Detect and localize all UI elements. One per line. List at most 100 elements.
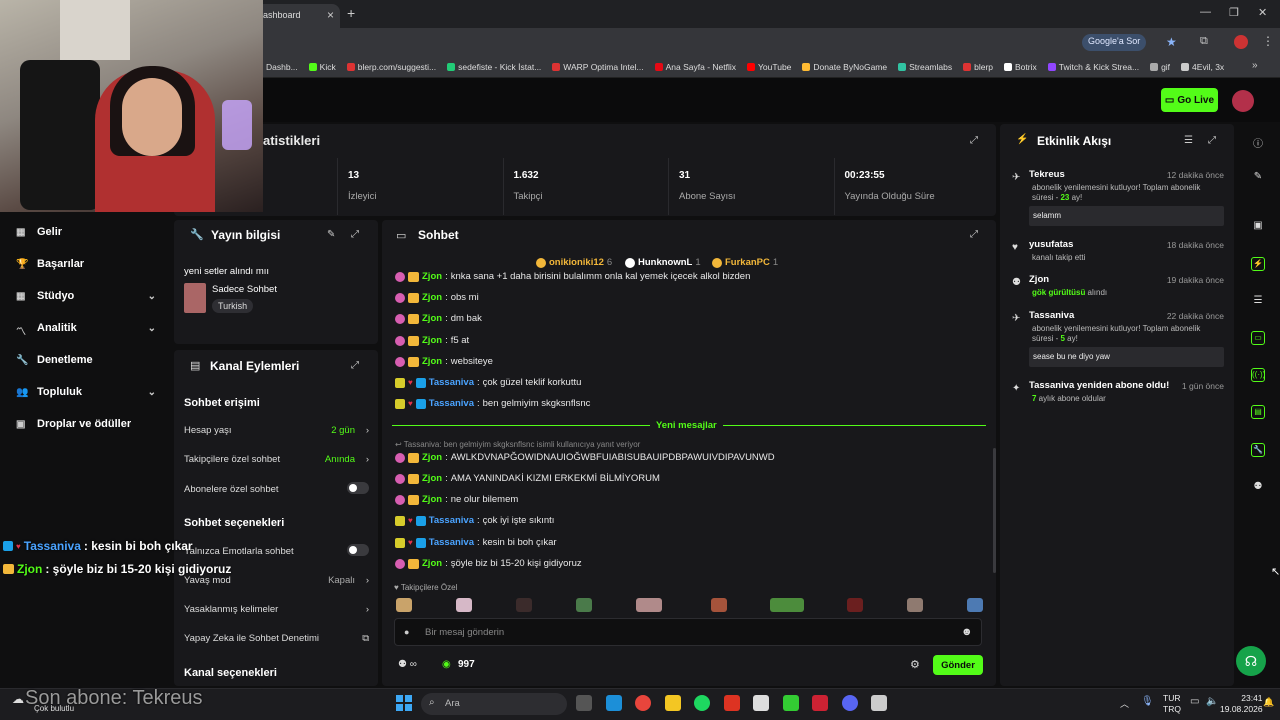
channel-action-row[interactable]: Yalnızca Emotlarla sohbet — [184, 544, 369, 557]
expand-activity-icon[interactable]: ⤢ — [1208, 135, 1216, 146]
discord-icon[interactable] — [841, 695, 858, 711]
chat-scrollbar[interactable] — [993, 448, 996, 573]
new-tab-icon[interactable]: + — [347, 5, 355, 21]
close-tab-icon[interactable]: × — [327, 8, 334, 22]
sidebar-item[interactable]: ▦ Gelir — [16, 226, 156, 238]
wrench-tool-icon[interactable]: 🔧 — [1251, 443, 1265, 457]
chat-message[interactable]: Zjon: f5 at — [395, 335, 469, 346]
bookmark-item[interactable]: Streamlabs — [898, 62, 952, 72]
bookmark-item[interactable]: Ana Sayfa - Netflix — [654, 62, 736, 72]
broadcast-tool-icon[interactable]: ((·)) — [1251, 368, 1265, 382]
channel-action-row[interactable]: Hesap yaşı 2 gün › — [184, 425, 369, 436]
emoji-icon[interactable]: ☻ — [961, 626, 973, 638]
bookmark-item[interactable]: gif — [1150, 62, 1170, 72]
chevron-down-icon[interactable]: ⌄ — [148, 387, 156, 398]
channel-action-row[interactable]: Yavaş mod Kapalı › — [184, 575, 369, 586]
expand-chat-icon[interactable]: ⤢ — [970, 229, 978, 240]
chat-message[interactable]: ♥ Tassaniva: ben gelmiyim skgksnflsnc — [395, 398, 590, 409]
close-window-icon[interactable]: ✕ — [1258, 6, 1267, 19]
edge-icon[interactable] — [605, 695, 622, 711]
toggle-switch[interactable] — [347, 482, 369, 494]
emote-icon[interactable] — [967, 598, 983, 612]
more-bookmarks-icon[interactable]: » — [1252, 60, 1258, 71]
red-app-icon[interactable] — [812, 695, 828, 711]
chat-username[interactable]: Tassaniva — [429, 537, 474, 548]
chat-input[interactable]: Bir mesaj gönderin — [394, 618, 982, 646]
bookmark-item[interactable]: Botrix — [1004, 62, 1037, 72]
go-live-button[interactable]: ▭ Go Live — [1161, 88, 1218, 112]
sidebar-item[interactable]: 🔧 Denetleme — [16, 354, 156, 366]
edit-icon[interactable]: ✎ — [327, 229, 335, 240]
chat-message[interactable]: Zjon: AWLKDVNAPĞOWIDNAUIOĞWBFUIABISUBAUIP… — [395, 452, 775, 463]
top-gifter[interactable]: HunknownL 1 — [625, 257, 701, 268]
chat-username[interactable]: Zjon — [422, 473, 442, 484]
star-icon[interactable]: ★ — [1166, 35, 1177, 49]
chat-message[interactable]: Zjon: AMA YANINDAKİ KIZMI ERKEKMİ BİLMİYO… — [395, 473, 660, 484]
sidebar-item[interactable]: 👥 Topluluk ⌄ — [16, 386, 156, 398]
emote-icon[interactable] — [711, 598, 727, 612]
bookmark-item[interactable]: WARP Optima Intel... — [552, 62, 644, 72]
expand-icon[interactable]: ⤢ — [351, 229, 359, 240]
chat-message[interactable]: Zjon: şöyle biz bi 15-20 kişi gidiyoruz — [395, 558, 582, 569]
community-icon[interactable]: ⚉ — [1251, 481, 1265, 495]
toggle-switch[interactable] — [347, 544, 369, 556]
stack-tool-icon[interactable]: ▤ — [1251, 405, 1265, 419]
channel-action-row[interactable]: Yapay Zeka ile Sohbet Denetimi ⧉ — [184, 633, 369, 644]
chat-username[interactable]: Zjon — [422, 356, 442, 367]
language-indicator[interactable]: TUR TRQ — [1163, 693, 1181, 715]
mic-icon[interactable]: 🎙 — [1141, 696, 1154, 707]
activity-name[interactable]: Zjon — [1029, 274, 1049, 285]
emote-icon[interactable] — [907, 598, 923, 612]
emote-icon[interactable] — [456, 598, 472, 612]
activity-name[interactable]: Tekreus — [1029, 169, 1065, 180]
spotify-icon[interactable] — [694, 695, 710, 711]
chat-message[interactable]: Zjon: dm bak — [395, 313, 482, 324]
expand-icon[interactable]: ⤢ — [351, 360, 359, 371]
chat-username[interactable]: Zjon — [422, 558, 442, 569]
green-app-icon[interactable] — [782, 695, 799, 711]
tray-arrow-icon[interactable]: ︿ — [1120, 697, 1129, 710]
sidebar-item[interactable]: ▦ Stüdyo ⌄ — [16, 290, 156, 302]
bookmark-item[interactable]: YouTube — [747, 62, 791, 72]
channel-action-row[interactable]: Abonelere özel sohbet — [184, 482, 369, 495]
chat-username[interactable]: Zjon — [422, 335, 442, 346]
activity-name[interactable]: yusufatas — [1029, 239, 1073, 250]
chat-tool-icon[interactable]: ▭ — [1251, 331, 1265, 345]
sidebar-item[interactable]: ▣ Droplar ve ödüller — [16, 418, 156, 430]
bookmark-item[interactable]: Donate ByNoGame — [802, 62, 887, 72]
app-icon[interactable] — [723, 695, 740, 711]
chat-username[interactable]: Zjon — [422, 494, 442, 505]
browser-tab[interactable]: ashboard × — [255, 4, 340, 28]
explorer-icon[interactable] — [664, 695, 681, 711]
notification-icon[interactable]: 🔔 — [1263, 697, 1274, 708]
emote-icon[interactable] — [576, 598, 592, 612]
google-sor-button[interactable]: Google'a Sor — [1082, 34, 1147, 51]
maximize-icon[interactable]: ❐ — [1229, 6, 1239, 19]
network-icon[interactable]: ▭ — [1190, 696, 1199, 707]
bookmark-item[interactable]: blerp — [963, 62, 993, 72]
windows-start-icon[interactable] — [396, 695, 412, 711]
emote-icon[interactable] — [770, 598, 804, 612]
chat-message[interactable]: Zjon: ne olur bilemem — [395, 494, 518, 505]
pencil-icon[interactable]: ✎ — [1251, 171, 1265, 185]
video-icon[interactable]: ▣ — [1251, 220, 1265, 234]
lightning-tool-icon[interactable]: ⚡ — [1251, 257, 1265, 271]
obs-icon[interactable] — [753, 695, 769, 711]
task-view-icon[interactable] — [576, 695, 592, 711]
avatar[interactable] — [1232, 90, 1254, 112]
info-icon[interactable]: ⓘ — [1251, 135, 1265, 150]
chat-message[interactable]: Zjon: obs mi — [395, 292, 479, 303]
expand-stats-icon[interactable]: ⤢ — [970, 135, 978, 146]
clock[interactable]: 23:41 19.08.2026 — [1220, 693, 1263, 715]
emote-icon[interactable] — [636, 598, 662, 612]
chat-username[interactable]: Zjon — [422, 271, 442, 282]
channel-action-row[interactable]: Takipçilere özel sohbet Anında › — [184, 454, 369, 465]
chat-message[interactable]: ♥ Tassaniva: kesin bi boh çıkar — [395, 537, 557, 548]
chat-username[interactable]: Tassaniva — [429, 398, 474, 409]
bookmark-item[interactable]: sedefiste - Kick İstat... — [447, 62, 541, 72]
sidebar-item[interactable]: 🏆 Başarılar — [16, 258, 156, 270]
emote-icon[interactable] — [847, 598, 863, 612]
activity-name[interactable]: Tassaniva — [1029, 310, 1074, 321]
bookmark-item[interactable]: Kick — [308, 62, 336, 72]
minimize-icon[interactable]: — — [1200, 6, 1211, 18]
